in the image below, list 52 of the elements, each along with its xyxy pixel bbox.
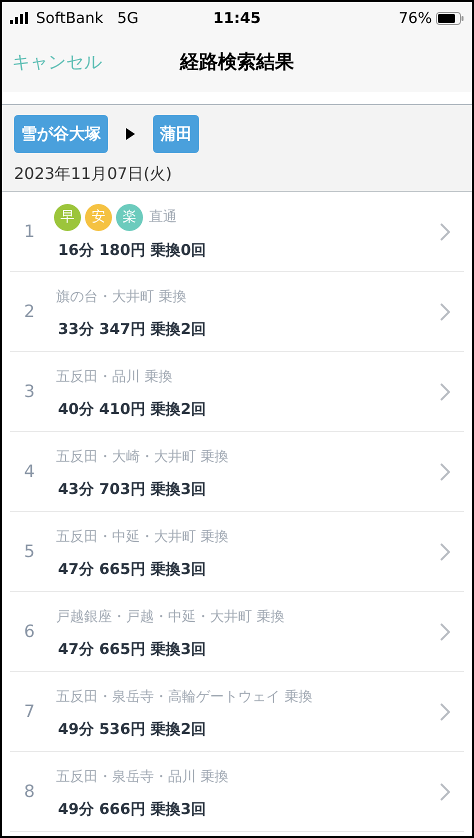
chevron-icon — [440, 782, 450, 800]
result-number: 5 — [23, 542, 36, 562]
chevron-icon — [440, 702, 450, 720]
route-result[interactable]: 1 早 安 楽 直通 16分 180円 乗換0回 — [10, 192, 464, 272]
signal-icon — [10, 12, 30, 24]
screen-title: 経路検索結果 — [180, 50, 294, 75]
transfer-stations: 旗の台・大井町 乗換 — [56, 288, 186, 306]
battery-percent: 76% — [398, 9, 432, 27]
clock: 11:45 — [213, 9, 261, 27]
chevron-icon — [440, 542, 450, 560]
route-summary: 47分 665円 乗換3回 — [57, 640, 208, 659]
transfer-stations: 五反田・泉岳寺・高輪ゲートウェイ 乗換 — [56, 688, 312, 706]
chevron-icon — [440, 302, 450, 320]
route-summary: 43分 703円 乗換3回 — [57, 480, 208, 499]
chevron-icon — [440, 382, 450, 400]
route-summary: 49分 666円 乗換3回 — [57, 800, 208, 819]
route-result[interactable]: 5 五反田・中延・大井町 乗換 47分 665円 乗換3回 — [10, 512, 464, 592]
route-result[interactable]: 8 五反田・泉岳寺・品川 乗換 49分 666円 乗換3回 — [10, 752, 464, 832]
result-number: 2 — [23, 302, 36, 322]
transfer-stations: 戸越銀座・戸越・中延・大井町 乗換 — [56, 608, 284, 626]
route-result[interactable]: 3 五反田・品川 乗換 40分 410円 乗換2回 — [10, 352, 464, 432]
result-number: 4 — [23, 462, 36, 482]
carrier-name: SoftBank — [36, 9, 104, 27]
chevron-icon — [440, 222, 450, 240]
route-badge: 安 — [85, 204, 112, 230]
battery-icon — [436, 12, 464, 24]
search-date: 2023年11月07日(火) — [14, 164, 173, 185]
route-result[interactable]: 2 旗の台・大井町 乗換 33分 347円 乗換2回 — [10, 272, 464, 352]
chevron-icon — [440, 622, 450, 640]
arrow-icon — [126, 128, 135, 140]
result-number: 1 — [23, 222, 36, 242]
network-type: 5G — [117, 9, 138, 27]
transfer-stations: 直通 — [149, 208, 177, 226]
transfer-stations: 五反田・泉岳寺・品川 乗換 — [56, 768, 228, 786]
route-summary: 40分 410円 乗換2回 — [57, 400, 208, 419]
route-badge: 楽 — [116, 204, 143, 230]
transfer-stations: 五反田・中延・大井町 乗換 — [56, 528, 228, 546]
chevron-icon — [440, 462, 450, 480]
result-number: 3 — [23, 382, 36, 402]
route-result[interactable]: 7 五反田・泉岳寺・高輪ゲートウェイ 乗換 49分 536円 乗換2回 — [10, 672, 464, 752]
result-number: 6 — [23, 622, 36, 642]
route-summary: 47分 665円 乗換3回 — [57, 560, 208, 579]
route-result[interactable]: 6 戸越銀座・戸越・中延・大井町 乗換 47分 665円 乗換3回 — [10, 592, 464, 672]
route-summary: 16分 180円 乗換0回 — [57, 240, 208, 260]
transfer-stations: 五反田・品川 乗換 — [56, 368, 172, 386]
route-summary: 33分 347円 乗換2回 — [57, 320, 208, 339]
route-summary: 49分 536円 乗換2回 — [57, 720, 208, 739]
transfer-stations: 五反田・大崎・大井町 乗換 — [56, 448, 228, 466]
result-number: 7 — [23, 702, 36, 722]
route-badge: 早 — [54, 204, 81, 230]
route-result[interactable]: 4 五反田・大崎・大井町 乗換 43分 703円 乗換3回 — [10, 432, 464, 512]
result-number: 8 — [23, 782, 36, 802]
